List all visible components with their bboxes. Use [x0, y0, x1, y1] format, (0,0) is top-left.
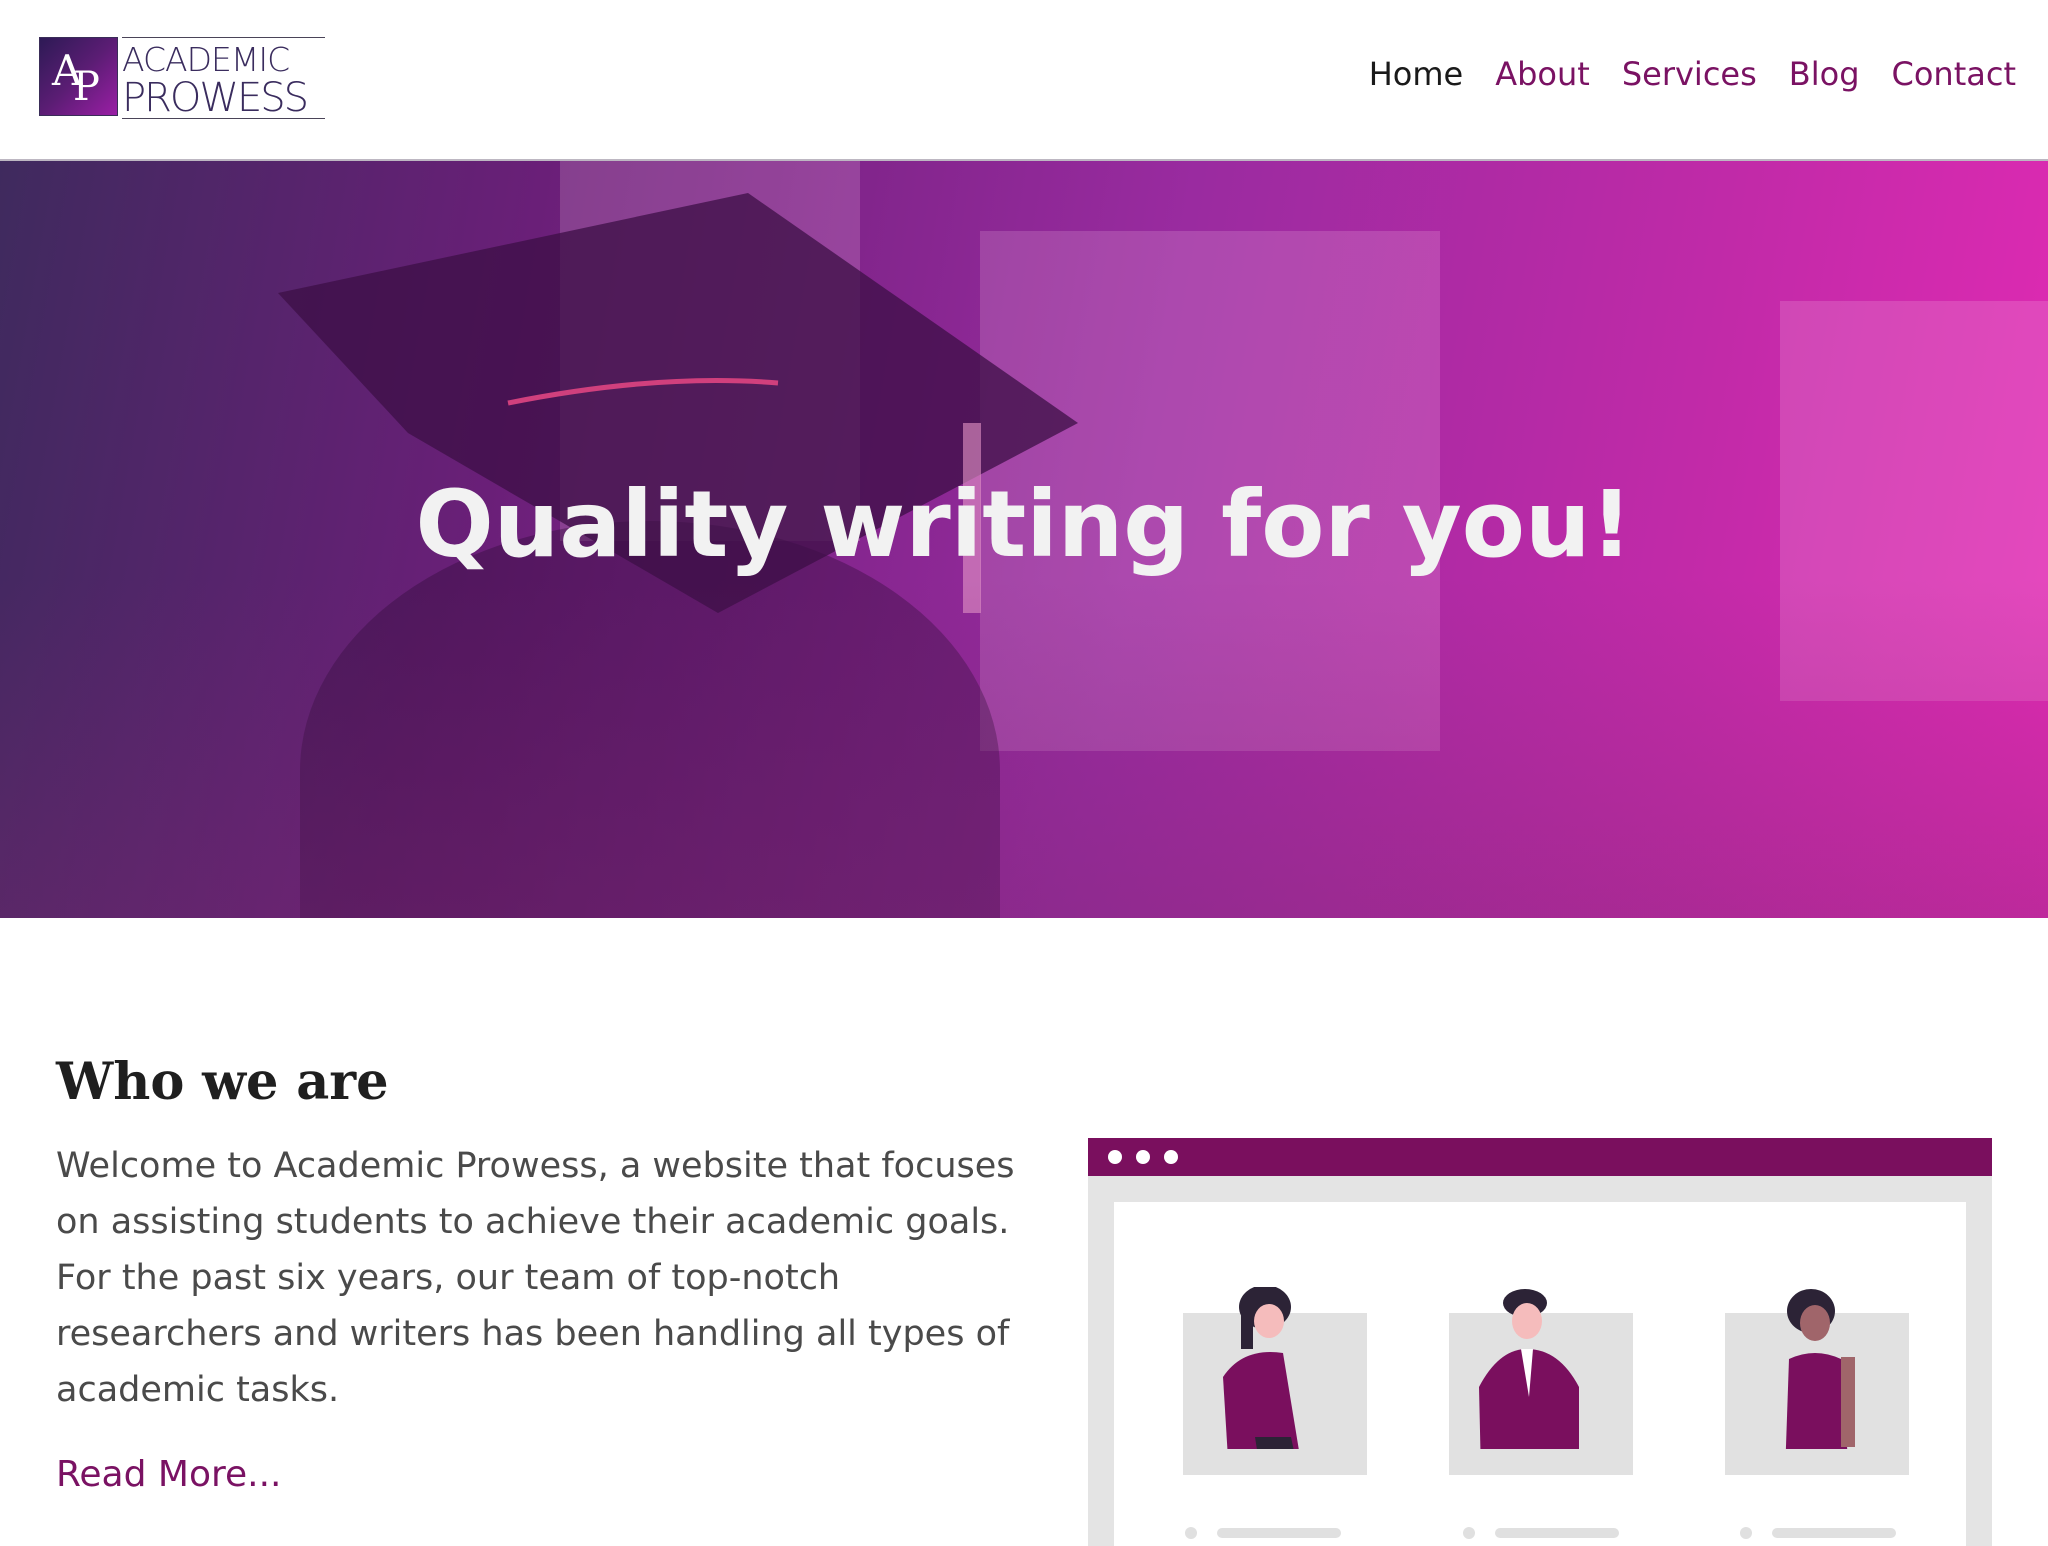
illustration-caption-dot — [1740, 1527, 1752, 1539]
window-dot-icon — [1108, 1150, 1122, 1164]
nav-home[interactable]: Home — [1369, 55, 1464, 93]
logo-wordmark: ACADEMIC PROWESS — [122, 37, 325, 121]
person-card — [1449, 1289, 1633, 1475]
about-line: Welcome to Academic Prowess, a website t… — [56, 1146, 1015, 1186]
illustration-window-body — [1114, 1202, 1966, 1546]
illustration-caption-line — [1495, 1528, 1619, 1538]
section-heading: Who we are — [56, 1052, 389, 1112]
team-illustration — [1088, 1138, 1992, 1546]
read-more-link[interactable]: Read More... — [56, 1454, 281, 1495]
nav-services[interactable]: Services — [1622, 55, 1757, 93]
illustration-caption-dot — [1185, 1527, 1197, 1539]
hero-title: Quality writing for you! — [415, 471, 1633, 578]
brand-logo[interactable]: A P ACADEMIC PROWESS — [39, 37, 325, 121]
window-dot-icon — [1164, 1150, 1178, 1164]
logo-mark: A P — [39, 37, 118, 116]
logo-mark-p: P — [73, 64, 100, 110]
about-line: academic tasks. — [56, 1370, 340, 1410]
nav-about[interactable]: About — [1495, 55, 1590, 93]
person-card — [1725, 1289, 1909, 1475]
person-figure-icon — [1785, 1289, 1855, 1449]
site-header: A P ACADEMIC PROWESS Home About Services… — [0, 0, 2048, 161]
window-dot-icon — [1136, 1150, 1150, 1164]
hero-banner: Quality writing for you! — [0, 161, 2048, 918]
logo-line-2: PROWESS — [122, 75, 309, 121]
illustration-browser-bar — [1088, 1138, 1992, 1176]
about-paragraph: Welcome to Academic Prowess, a website t… — [56, 1138, 1046, 1418]
main-nav: Home About Services Blog Contact — [1369, 55, 2016, 93]
person-figure-icon — [1479, 1289, 1579, 1449]
about-line: on assisting students to achieve their a… — [56, 1202, 1010, 1242]
illustration-caption-dot — [1463, 1527, 1475, 1539]
logo-line-1: ACADEMIC — [122, 40, 290, 79]
person-figure-icon — [1223, 1287, 1299, 1449]
illustration-caption-line — [1217, 1528, 1341, 1538]
about-line: researchers and writers has been handlin… — [56, 1314, 1010, 1354]
nav-blog[interactable]: Blog — [1789, 55, 1860, 93]
about-line: For the past six years, our team of top-… — [56, 1258, 841, 1298]
nav-contact[interactable]: Contact — [1892, 55, 2017, 93]
person-card — [1183, 1287, 1367, 1475]
hero-bg-trees — [0, 578, 2048, 918]
illustration-caption-line — [1772, 1528, 1896, 1538]
